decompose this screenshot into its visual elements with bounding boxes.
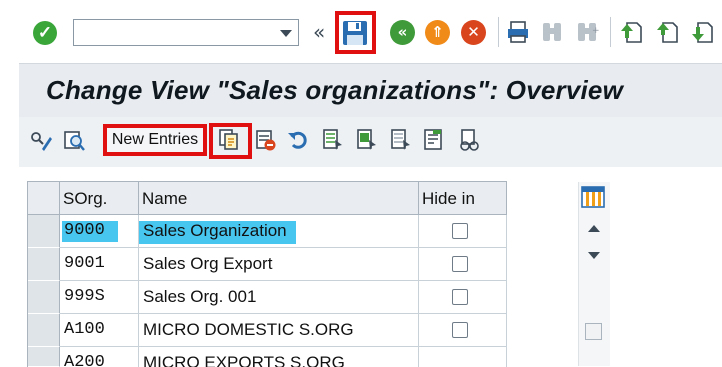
scroll-down-icon[interactable] [588,252,600,259]
column-header-hide-in[interactable]: Hide in [419,182,507,215]
row-selector[interactable] [28,248,60,281]
table-cell-hide-in [419,281,507,314]
table-cell-name[interactable]: Sales Organization [139,215,419,248]
toolbar-separator [498,17,499,47]
system-toolbar: ✓ « « ⇑ ✕ + [0,0,722,62]
enter-icon[interactable]: ✓ [33,21,57,45]
dropdown-icon[interactable] [280,30,292,37]
scroll-thumb[interactable] [585,323,602,340]
print-field-list-icon[interactable] [423,128,445,152]
row-selector[interactable] [28,347,60,367]
table-cell-name[interactable]: MICRO DOMESTIC S.ORG [139,314,419,347]
column-header-name[interactable]: Name [139,182,419,215]
name-value: Sales Organization [143,221,287,240]
exit-icon[interactable]: ⇑ [425,20,450,45]
table-cell-name[interactable]: MICRO EXPORTS S.ORG [139,347,419,367]
back-icon[interactable]: « [390,20,415,45]
transport-icon[interactable] [458,128,480,152]
cancel-icon[interactable]: ✕ [461,20,486,45]
table-cell-hide-in [419,347,507,367]
first-page-icon[interactable] [619,19,643,45]
find-next-icon[interactable]: + [575,19,599,45]
new-entries-button[interactable]: New Entries [103,124,207,156]
hide-in-checkbox[interactable] [452,223,468,239]
next-page-icon[interactable] [690,19,714,45]
find-icon[interactable] [540,19,564,45]
undo-icon[interactable] [287,128,309,152]
print-icon[interactable] [506,19,530,45]
scroll-up-icon[interactable] [588,225,600,232]
save-highlight-box [335,11,376,54]
table-cell-hide-in [419,248,507,281]
table-cell-name[interactable]: Sales Org. 001 [139,281,419,314]
table-cell-name[interactable]: Sales Org Export [139,248,419,281]
page-title: Change View "Sales organizations": Overv… [46,75,624,105]
select-all-rows-cell[interactable] [28,182,60,215]
other-views-icon[interactable] [63,129,85,153]
table-cell-hide-in [419,215,507,248]
hide-in-checkbox[interactable] [452,256,468,272]
title-bar: Change View "Sales organizations": Overv… [19,63,722,117]
previous-page-icon[interactable] [655,19,679,45]
sales-org-table: SOrg. Name Hide in 9000 Sales Organizati… [27,181,507,367]
hide-in-checkbox[interactable] [452,289,468,305]
row-selector[interactable] [28,314,60,347]
sorg-value: 9000 [64,221,105,240]
toolbar-separator [610,17,611,47]
svg-text:+: + [592,26,599,36]
display-change-icon[interactable] [30,129,52,153]
hide-in-checkbox[interactable] [452,322,468,338]
delete-icon[interactable] [255,128,277,152]
table-settings-icon[interactable] [581,186,605,208]
table-cell-hide-in [419,314,507,347]
column-header-sorg[interactable]: SOrg. [60,182,139,215]
select-all-icon[interactable] [322,128,344,152]
double-chevron-icon[interactable]: « [313,20,325,44]
row-selector[interactable] [28,215,60,248]
command-field[interactable] [73,19,299,46]
row-selector[interactable] [28,281,60,314]
table-cell-sorg[interactable]: A200 [60,347,139,367]
table-cell-sorg[interactable]: 9001 [60,248,139,281]
copy-as-highlight-box [209,123,252,159]
command-input[interactable] [77,22,277,44]
select-block-icon[interactable] [356,128,378,152]
table-cell-sorg[interactable]: 9000 [60,215,139,248]
table-cell-sorg[interactable]: A100 [60,314,139,347]
table-cell-sorg[interactable]: 999S [60,281,139,314]
deselect-all-icon[interactable] [390,128,412,152]
